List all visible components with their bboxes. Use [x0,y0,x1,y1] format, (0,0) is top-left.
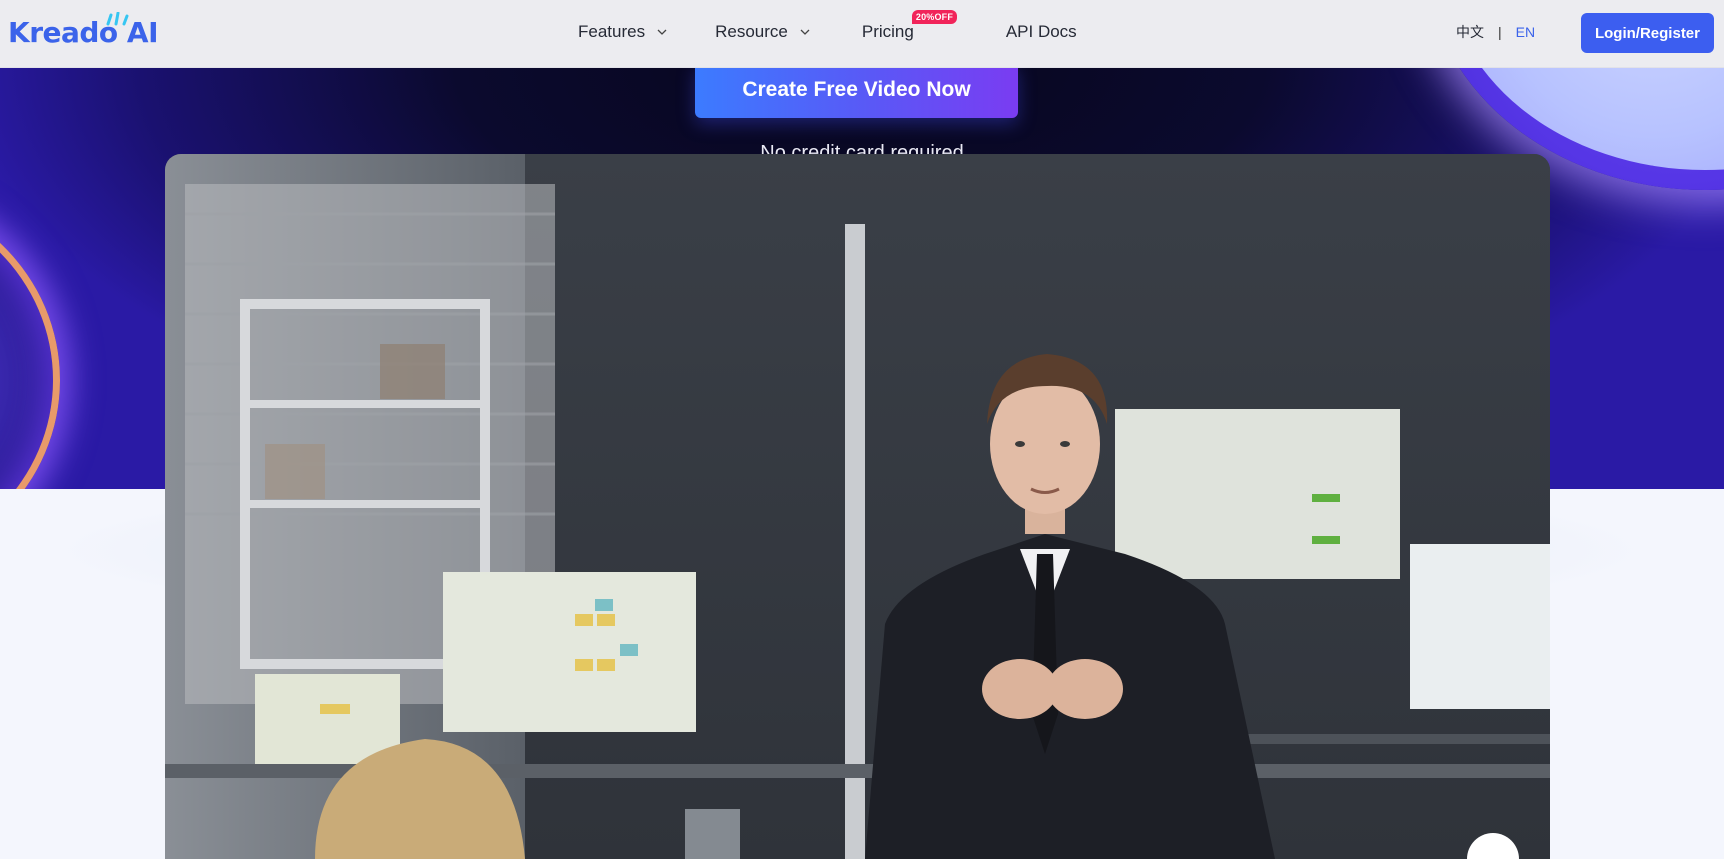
nav-resource[interactable]: Resource [715,22,810,42]
logo-text: Kreado AI [8,15,159,49]
demo-video-preview[interactable] [165,154,1550,859]
video-frame-illustration [165,154,1550,859]
nav-api-docs[interactable]: API Docs [1006,22,1077,42]
lang-en[interactable]: EN [1516,24,1535,40]
lang-zh[interactable]: 中文 [1456,22,1484,42]
nav-api-docs-label: API Docs [1005,22,1077,41]
nav-pricing[interactable]: Pricing 20%OFF [861,10,958,42]
main-nav: Features Resource Pricing 20%OFF API Doc… [578,0,1077,64]
chevron-down-icon [800,29,810,35]
nav-features[interactable]: Features [578,22,667,42]
decorative-orb-left [0,190,60,489]
nav-resource-label: Resource [715,22,788,41]
page: Kreado AI Features Resource Pricing 20%O… [0,0,1724,859]
brand-logo[interactable]: Kreado AI [8,12,159,52]
language-switcher: 中文 | EN [1456,22,1535,42]
discount-badge: 20%OFF [911,10,958,24]
logo-icon [106,12,129,26]
create-free-video-button[interactable]: Create Free Video Now [695,62,1018,118]
nav-pricing-label: Pricing [861,22,914,41]
nav-features-label: Features [578,22,646,41]
login-register-button[interactable]: Login/Register [1581,13,1714,53]
chevron-down-icon [657,29,667,35]
lang-separator: | [1498,24,1502,40]
top-navbar: Kreado AI Features Resource Pricing 20%O… [0,0,1724,68]
